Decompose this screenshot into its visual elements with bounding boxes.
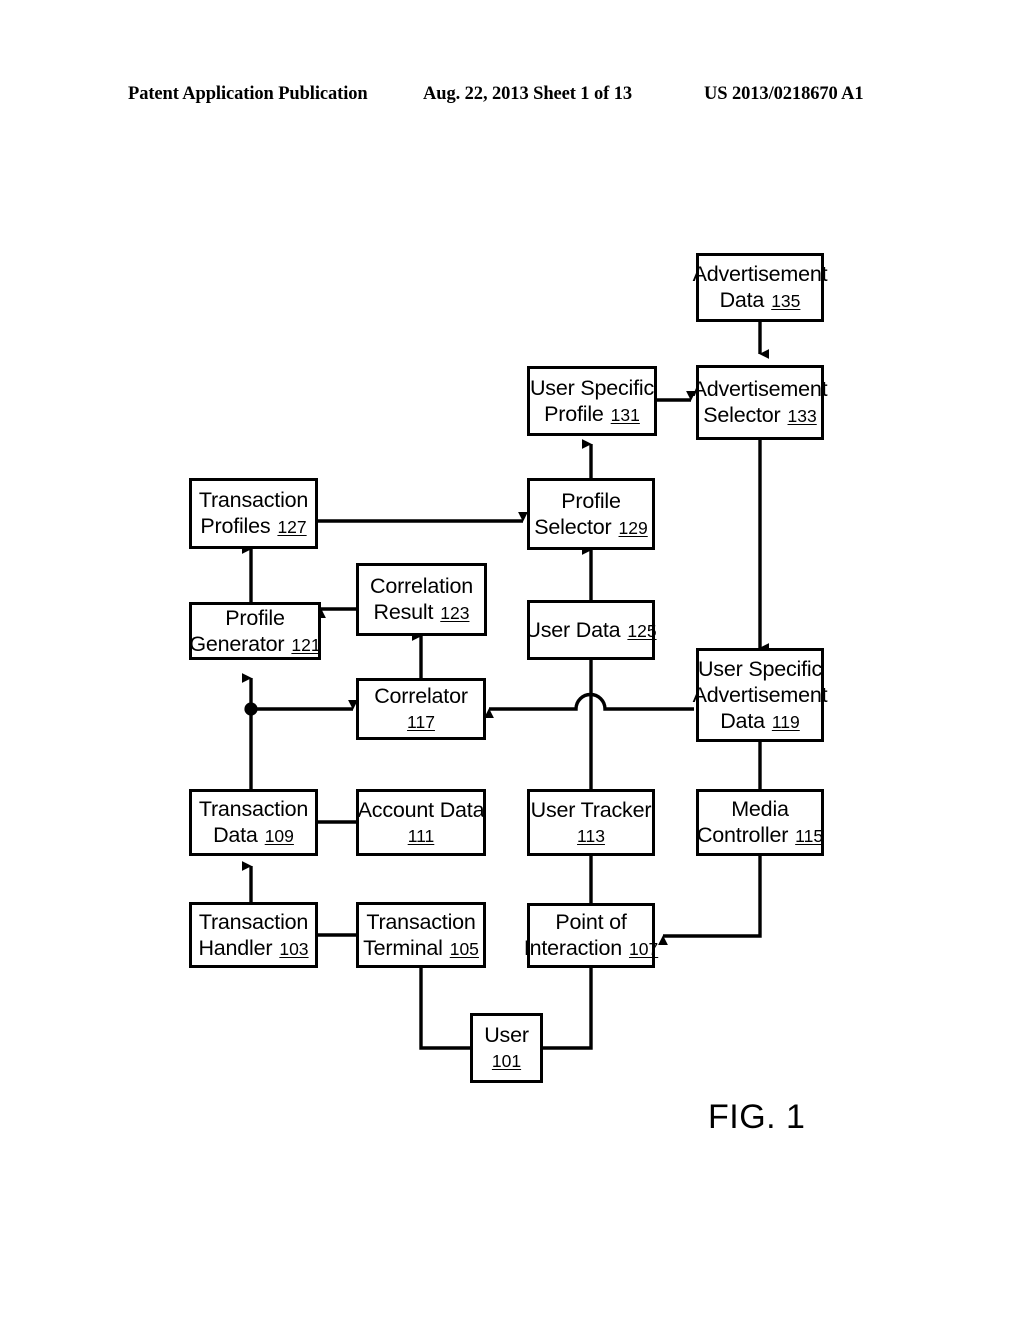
node-user[interactable]: User 101 [470,1013,543,1083]
node-user-data[interactable]: User Data 125 [525,600,657,660]
connector-txn-terminal-to-user [419,968,470,1050]
node-user-specific-advertisement-data-line3-text: Data [720,708,765,733]
node-transaction-profiles[interactable]: Transaction Profiles 127 [189,478,318,549]
node-transaction-profiles-line2-text: Profiles [200,514,271,538]
node-point-of-interaction[interactable]: Point of Interaction 107 [524,903,658,968]
node-profile-selector-ref: 129 [618,517,648,538]
node-profile-generator-line2: Generator 121 [189,631,320,658]
node-profile-selector[interactable]: Profile Selector 129 [527,478,655,550]
patent-figure-diagram: Advertisement Data 135 Advertisement Sele… [0,0,1024,1320]
node-profile-generator-line1: Profile [225,605,285,630]
node-account-data-ref: 111 [407,825,435,846]
node-correlator-ref: 117 [407,712,435,732]
node-transaction-profiles-line1: Transaction [198,488,309,512]
node-correlator[interactable]: Correlator 117 [356,678,486,740]
node-advertisement-data-ref: 135 [771,291,801,311]
connector-point-of-interaction-to-user [543,968,593,1050]
node-user-specific-profile-line2-text: Profile [544,401,604,426]
node-transaction-data[interactable]: Transaction Data 109 [189,789,318,856]
node-advertisement-data-line1: Advertisement [692,262,828,286]
node-transaction-terminal[interactable]: Transaction Terminal 105 [356,902,486,968]
node-advertisement-data-line2-text: Data [719,288,765,312]
node-user-ref: 101 [491,1051,522,1071]
node-profile-generator[interactable]: Profile Generator 121 [189,602,321,660]
node-profile-selector-line1: Profile [561,488,621,513]
node-correlation-result-ref: 123 [440,603,470,623]
node-user-specific-advertisement-data-ref: 119 [771,711,800,732]
node-user-specific-advertisement-data[interactable]: User Specific Advertisement Data 119 [693,648,828,742]
node-media-controller-line1: Media [731,797,789,821]
node-point-of-interaction-line1: Point of [555,910,627,934]
node-transaction-data-line2: Data 109 [213,822,294,849]
node-transaction-handler[interactable]: Transaction Handler 103 [189,902,318,968]
node-advertisement-data[interactable]: Advertisement Data 135 [693,253,828,322]
node-user-data-line1: User Data 125 [525,617,656,644]
node-account-data[interactable]: Account Data 111 [356,789,486,856]
node-correlation-result-line1: Correlation [370,574,473,598]
junction-dot-transaction-data-branch [244,702,258,716]
node-transaction-data-line1: Transaction [198,797,309,821]
diagram-connectors-layer [241,322,770,1050]
node-point-of-interaction-line2: Interaction 107 [524,935,658,962]
node-user-data-label: User Data [525,617,621,642]
node-advertisement-selector-line2-text: Selector [703,403,781,427]
node-user-line1: User [484,1023,529,1047]
node-transaction-handler-ref: 103 [279,938,309,959]
node-user-specific-profile-ref: 131 [610,404,640,425]
node-profile-selector-line2: Selector 129 [534,514,647,541]
node-advertisement-selector-ref: 133 [787,406,817,426]
node-transaction-data-line2-text: Data [213,823,258,847]
node-user-tracker-line1: User Tracker [530,797,652,822]
node-correlator-line1: Correlator [374,684,468,708]
node-profile-generator-line2-text: Generator [189,631,285,656]
node-advertisement-data-line2: Data 135 [720,287,801,314]
node-transaction-terminal-line2-text: Terminal [363,935,443,960]
node-point-of-interaction-line2-text: Interaction [523,936,622,960]
node-user-tracker-ref: 113 [577,825,605,846]
node-media-controller-ref: 115 [795,826,824,846]
node-user-specific-profile[interactable]: User Specific Profile 131 [527,366,657,436]
node-profile-selector-line2-text: Selector [534,514,612,539]
node-transaction-profiles-line2: Profiles 127 [200,513,306,540]
node-correlation-result[interactable]: Correlation Result 123 [356,563,487,636]
node-user-specific-advertisement-data-line1: User Specific [697,656,823,681]
node-transaction-handler-line2-text: Handler [198,935,273,960]
node-media-controller-line2-text: Controller [696,823,789,847]
node-advertisement-selector[interactable]: Advertisement Selector 133 [693,365,828,440]
node-media-controller-line2: Controller 115 [697,822,823,849]
node-user-specific-profile-line1: User Specific [529,375,655,400]
node-account-data-line1: Account Data [357,797,485,822]
node-profile-generator-ref: 121 [291,634,321,655]
node-transaction-handler-line2: Handler 103 [198,935,308,962]
node-user-data-ref: 125 [627,620,657,641]
node-correlation-result-line2: Result 123 [374,599,470,626]
figure-caption: FIG. 1 [708,1098,806,1136]
node-transaction-terminal-line1: Transaction [366,909,476,934]
node-transaction-terminal-ref: 105 [449,938,479,959]
connector-media-controller-to-point-of-interaction [658,856,762,946]
node-transaction-data-ref: 109 [264,826,294,846]
node-transaction-terminal-line2: Terminal 105 [363,935,479,962]
node-media-controller[interactable]: Media Controller 115 [696,789,824,856]
node-transaction-profiles-ref: 127 [277,517,307,537]
node-user-specific-profile-line2: Profile 131 [544,401,640,428]
node-advertisement-selector-line1: Advertisement [692,377,828,401]
node-correlation-result-line2-text: Result [373,600,434,624]
node-transaction-handler-line1: Transaction [198,909,309,934]
node-advertisement-selector-line2: Selector 133 [703,402,816,429]
node-user-specific-advertisement-data-line2: Advertisement [692,682,828,707]
node-user-tracker[interactable]: User Tracker 113 [527,789,655,856]
node-point-of-interaction-ref: 107 [629,939,659,959]
node-user-specific-advertisement-data-line3: Data 119 [720,708,800,735]
